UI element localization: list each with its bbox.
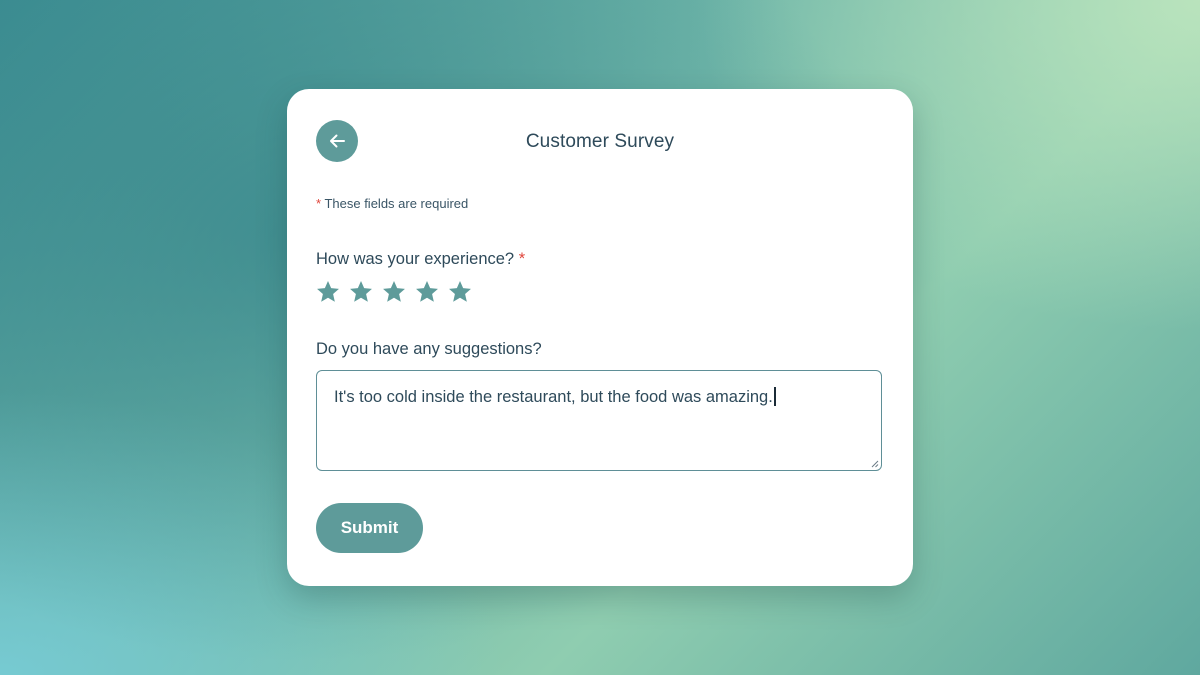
page-title: Customer Survey: [525, 131, 675, 152]
star-icon[interactable]: [414, 279, 440, 305]
rating-question-label: How was your experience?: [316, 250, 515, 268]
star-icon[interactable]: [381, 279, 407, 305]
star-icon[interactable]: [315, 279, 341, 305]
suggestions-textarea[interactable]: It's too cold inside the restaurant, but…: [316, 370, 882, 471]
submit-button[interactable]: Submit: [316, 503, 423, 553]
rating-question: How was your experience? *: [316, 250, 525, 269]
required-note-text: These fields are required: [324, 196, 469, 211]
required-fields-note: * These fields are required: [316, 196, 468, 211]
suggestions-text: It's too cold inside the restaurant, but…: [334, 388, 773, 406]
suggestion-question-label: Do you have any suggestions?: [316, 340, 542, 358]
text-caret: [773, 387, 776, 406]
required-asterisk: *: [316, 196, 322, 211]
rating-required-marker: *: [518, 250, 526, 268]
star-icon[interactable]: [348, 279, 374, 305]
star-rating: [315, 279, 473, 305]
resize-handle-icon[interactable]: [870, 459, 879, 468]
star-icon[interactable]: [447, 279, 473, 305]
survey-card: Customer Survey * These fields are requi…: [287, 89, 913, 586]
